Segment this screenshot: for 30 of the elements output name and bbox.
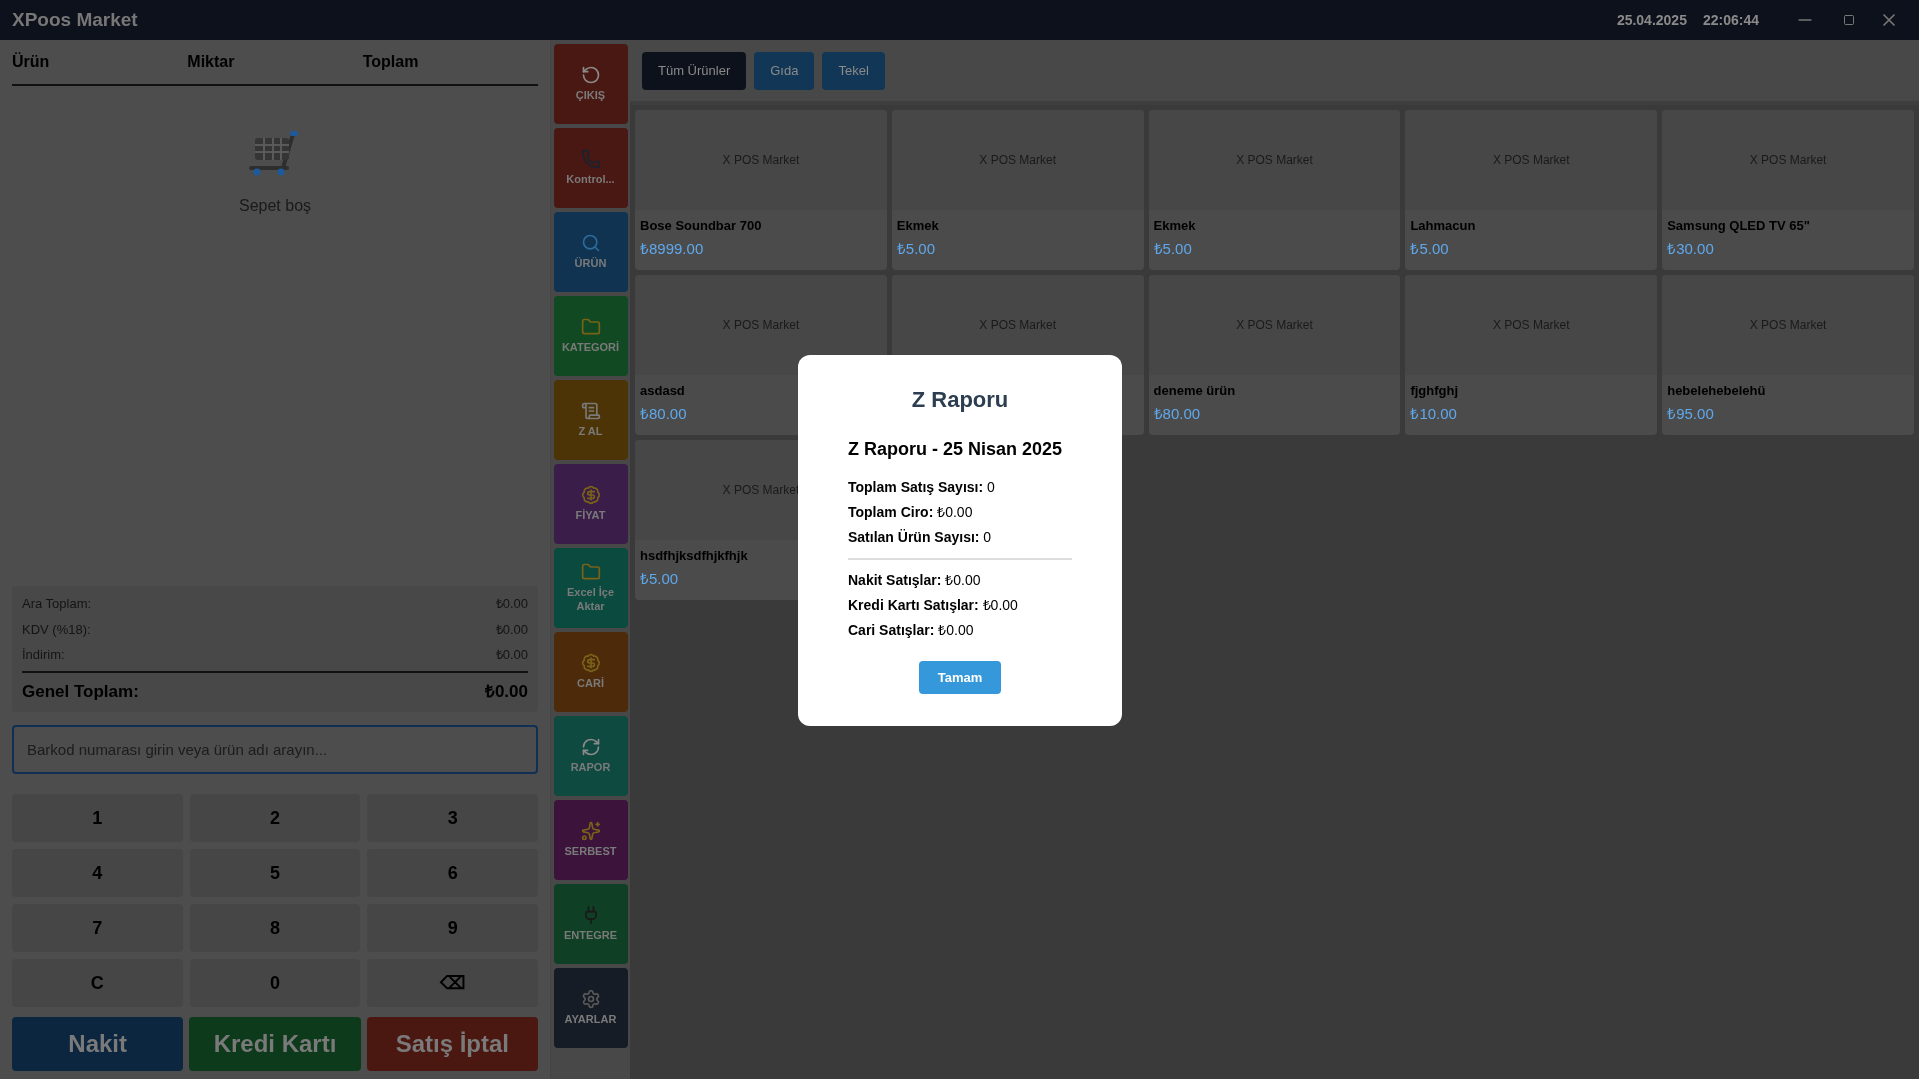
product-price: ₺80.00	[1153, 403, 1201, 424]
product-name: Bose Soundbar 700	[640, 217, 762, 235]
product-price: ₺5.00	[640, 568, 679, 589]
grand-total-label: Genel Toplam:	[22, 680, 139, 703]
product-price: ₺80.00	[640, 403, 687, 424]
product-price: ₺8999.00	[640, 238, 704, 259]
product-name: Ekmek	[1153, 217, 1196, 235]
column-header: Miktar	[187, 52, 236, 72]
product-price: ₺5.00	[1410, 238, 1449, 259]
time-text: 22:06:44	[1702, 10, 1759, 30]
product-name: Lahmacun	[1410, 217, 1476, 235]
product-name: fjghfghj	[1410, 382, 1459, 400]
product-name: hsdfhjksdfhjkfhjk	[640, 547, 748, 565]
report-line: Cari Satışlar: ₺0.00	[848, 621, 975, 640]
window-title: XPoos Market	[12, 7, 138, 32]
product-price: ₺5.00	[896, 238, 935, 259]
product-price: ₺10.00	[1410, 403, 1457, 424]
product-price: ₺95.00	[1667, 403, 1714, 424]
date-text: 25.04.2025	[1616, 10, 1687, 30]
product-name: Samsung QLED TV 65"	[1667, 217, 1810, 235]
product-name: Ekmek	[896, 217, 939, 235]
product-price: ₺30.00	[1667, 238, 1714, 259]
grand-total-value: ₺0.00	[484, 680, 528, 703]
column-header: Ürün	[12, 51, 51, 72]
dialog-title: Z Raporu	[910, 386, 1010, 414]
product-name: hebelehebelehü	[1667, 382, 1766, 400]
product-price: ₺5.00	[1153, 238, 1192, 259]
product-name: asdasd	[640, 382, 685, 400]
product-name: deneme ürün	[1153, 382, 1236, 400]
column-header: Toplam	[362, 52, 420, 72]
